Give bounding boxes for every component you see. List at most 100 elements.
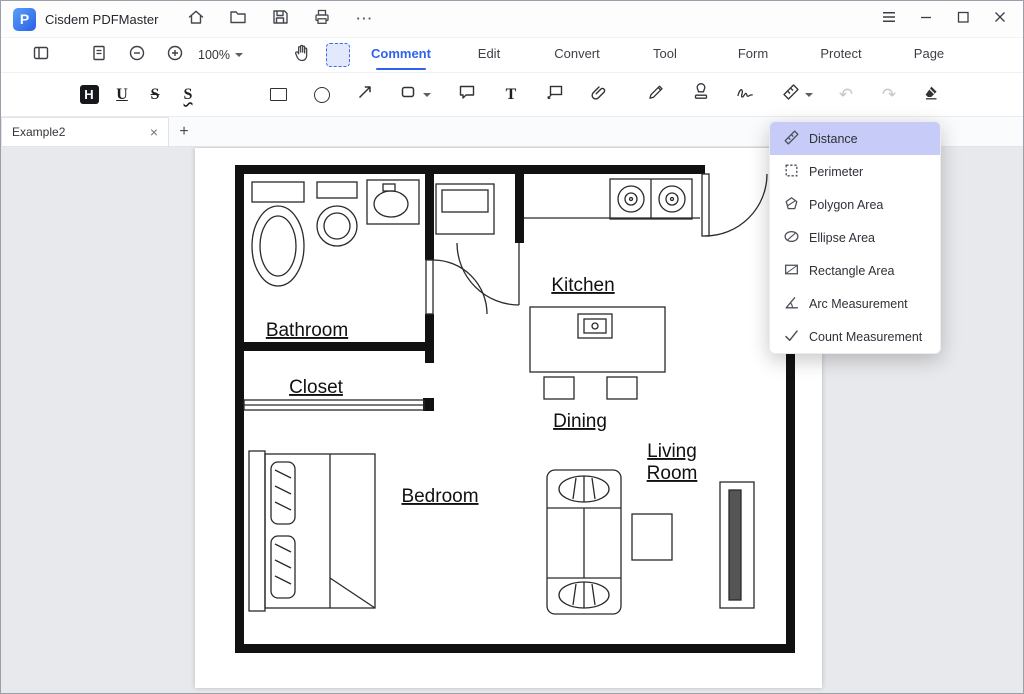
pdf-page[interactable]: Bathroom Kitchen Closet Dining Living Ro…	[195, 148, 822, 688]
strikeout-icon: S	[151, 86, 160, 104]
save-icon	[270, 7, 290, 32]
stamp-tool-button[interactable]	[686, 80, 716, 110]
menu-item-label: Polygon Area	[809, 198, 883, 212]
redo-icon: ↷	[882, 85, 896, 105]
title-bar: P Cisdem PDFMaster ⋯	[1, 1, 1023, 37]
home-icon	[186, 7, 206, 32]
tab-comment[interactable]: Comment	[357, 37, 445, 73]
menu-item-rectangle-area[interactable]: Rectangle Area	[770, 254, 940, 287]
signature-icon	[735, 82, 755, 107]
app-window: P Cisdem PDFMaster ⋯	[0, 0, 1024, 694]
zoom-level-value: 100%	[198, 48, 230, 62]
measure-dropdown-menu: Distance Perimeter Polygon Area Ellipse …	[769, 121, 941, 354]
underline-tool-button[interactable]: U	[107, 80, 137, 110]
room-label-bathroom: Bathroom	[266, 320, 348, 341]
tab-tool[interactable]: Tool	[621, 37, 709, 73]
new-tab-button[interactable]: +	[169, 117, 199, 146]
tab-form[interactable]: Form	[709, 37, 797, 73]
menu-item-perimeter[interactable]: Perimeter	[770, 155, 940, 188]
zoom-out-button[interactable]	[122, 41, 152, 69]
maximize-button[interactable]	[946, 4, 980, 34]
highlight-tool-button[interactable]: H	[74, 80, 104, 110]
menu-item-label: Perimeter	[809, 165, 863, 179]
shapes-icon	[399, 82, 419, 107]
pencil-tool-button[interactable]	[641, 80, 671, 110]
menu-item-label: Distance	[809, 132, 858, 146]
signature-tool-button[interactable]	[730, 80, 760, 110]
eraser-icon	[921, 82, 941, 107]
ellipse-area-icon	[783, 228, 800, 248]
menu-item-count-measurement[interactable]: Count Measurement	[770, 320, 940, 353]
rectangle-area-icon	[783, 261, 800, 281]
measure-tool-button[interactable]	[776, 80, 806, 110]
shapes-tool-button[interactable]	[394, 80, 424, 110]
chevron-down-icon	[235, 53, 243, 57]
highlight-icon: H	[80, 85, 99, 104]
zoom-in-icon	[165, 43, 185, 68]
plus-icon: +	[179, 123, 188, 141]
more-menu-button[interactable]: ⋯	[348, 5, 380, 33]
underline-icon: U	[116, 86, 128, 104]
undo-icon: ↶	[839, 85, 853, 105]
document-tab-title: Example2	[12, 125, 150, 139]
tab-page[interactable]: Page	[885, 37, 973, 73]
menu-item-arc-measurement[interactable]: Arc Measurement	[770, 287, 940, 320]
document-tab[interactable]: Example2 ×	[1, 117, 169, 146]
floorplan-svg: Bathroom Kitchen Closet Dining Living Ro…	[195, 148, 822, 688]
save-button[interactable]	[264, 5, 296, 33]
menu-item-label: Ellipse Area	[809, 231, 875, 245]
rectangle-tool-button[interactable]	[263, 80, 293, 110]
ellipse-tool-button[interactable]	[307, 80, 337, 110]
comment-bubble-icon	[457, 82, 477, 107]
menu-item-label: Arc Measurement	[809, 297, 908, 311]
attachment-tool-button[interactable]	[584, 80, 614, 110]
print-button[interactable]	[306, 5, 338, 33]
tab-protect[interactable]: Protect	[797, 37, 885, 73]
undo-button[interactable]: ↶	[831, 80, 861, 110]
minimize-icon	[916, 7, 936, 32]
menu-item-label: Count Measurement	[809, 330, 922, 344]
tab-edit[interactable]: Edit	[445, 37, 533, 73]
redo-button[interactable]: ↷	[874, 80, 904, 110]
chevron-down-icon	[423, 93, 431, 97]
strikeout-tool-button[interactable]: S	[140, 80, 170, 110]
squiggly-icon: S	[184, 86, 193, 104]
rectangle-icon	[270, 88, 287, 101]
sidebar-panel-icon	[31, 43, 51, 68]
zoom-out-icon	[127, 43, 147, 68]
stamp-icon	[691, 82, 711, 107]
home-button[interactable]	[180, 5, 212, 33]
minimize-button[interactable]	[909, 4, 943, 34]
marquee-select-button[interactable]	[323, 41, 353, 69]
page-icon	[89, 43, 109, 68]
perimeter-icon	[783, 162, 800, 182]
menu-item-polygon-area[interactable]: Polygon Area	[770, 188, 940, 221]
page-view-button[interactable]	[84, 41, 114, 69]
folder-icon	[228, 7, 248, 32]
tab-close-icon[interactable]: ×	[150, 125, 158, 139]
tab-convert[interactable]: Convert	[533, 37, 621, 73]
hand-tool-button[interactable]	[287, 41, 317, 69]
close-button[interactable]	[983, 4, 1017, 34]
app-menu-button[interactable]	[872, 4, 906, 34]
ellipse-icon	[314, 87, 330, 103]
pencil-icon	[646, 82, 666, 107]
close-icon	[990, 7, 1010, 32]
note-tool-button[interactable]	[452, 80, 482, 110]
squiggly-tool-button[interactable]: S	[173, 80, 203, 110]
menu-item-ellipse-area[interactable]: Ellipse Area	[770, 221, 940, 254]
ribbon-tabs: Comment Edit Convert Tool Form Protect P…	[357, 37, 973, 73]
text-tool-button[interactable]: T	[496, 80, 526, 110]
sidebar-toggle-button[interactable]	[26, 41, 56, 69]
arrow-tool-button[interactable]	[350, 80, 380, 110]
zoom-level-dropdown[interactable]: 100%	[198, 48, 243, 62]
open-file-button[interactable]	[222, 5, 254, 33]
eraser-button[interactable]	[916, 80, 946, 110]
arrow-icon	[355, 82, 375, 107]
room-label-dining: Dining	[553, 411, 607, 432]
menu-item-distance[interactable]: Distance	[770, 122, 940, 155]
zoom-in-button[interactable]	[160, 41, 190, 69]
ruler-icon	[781, 82, 801, 107]
room-label-closet: Closet	[289, 377, 344, 398]
callout-tool-button[interactable]	[540, 80, 570, 110]
